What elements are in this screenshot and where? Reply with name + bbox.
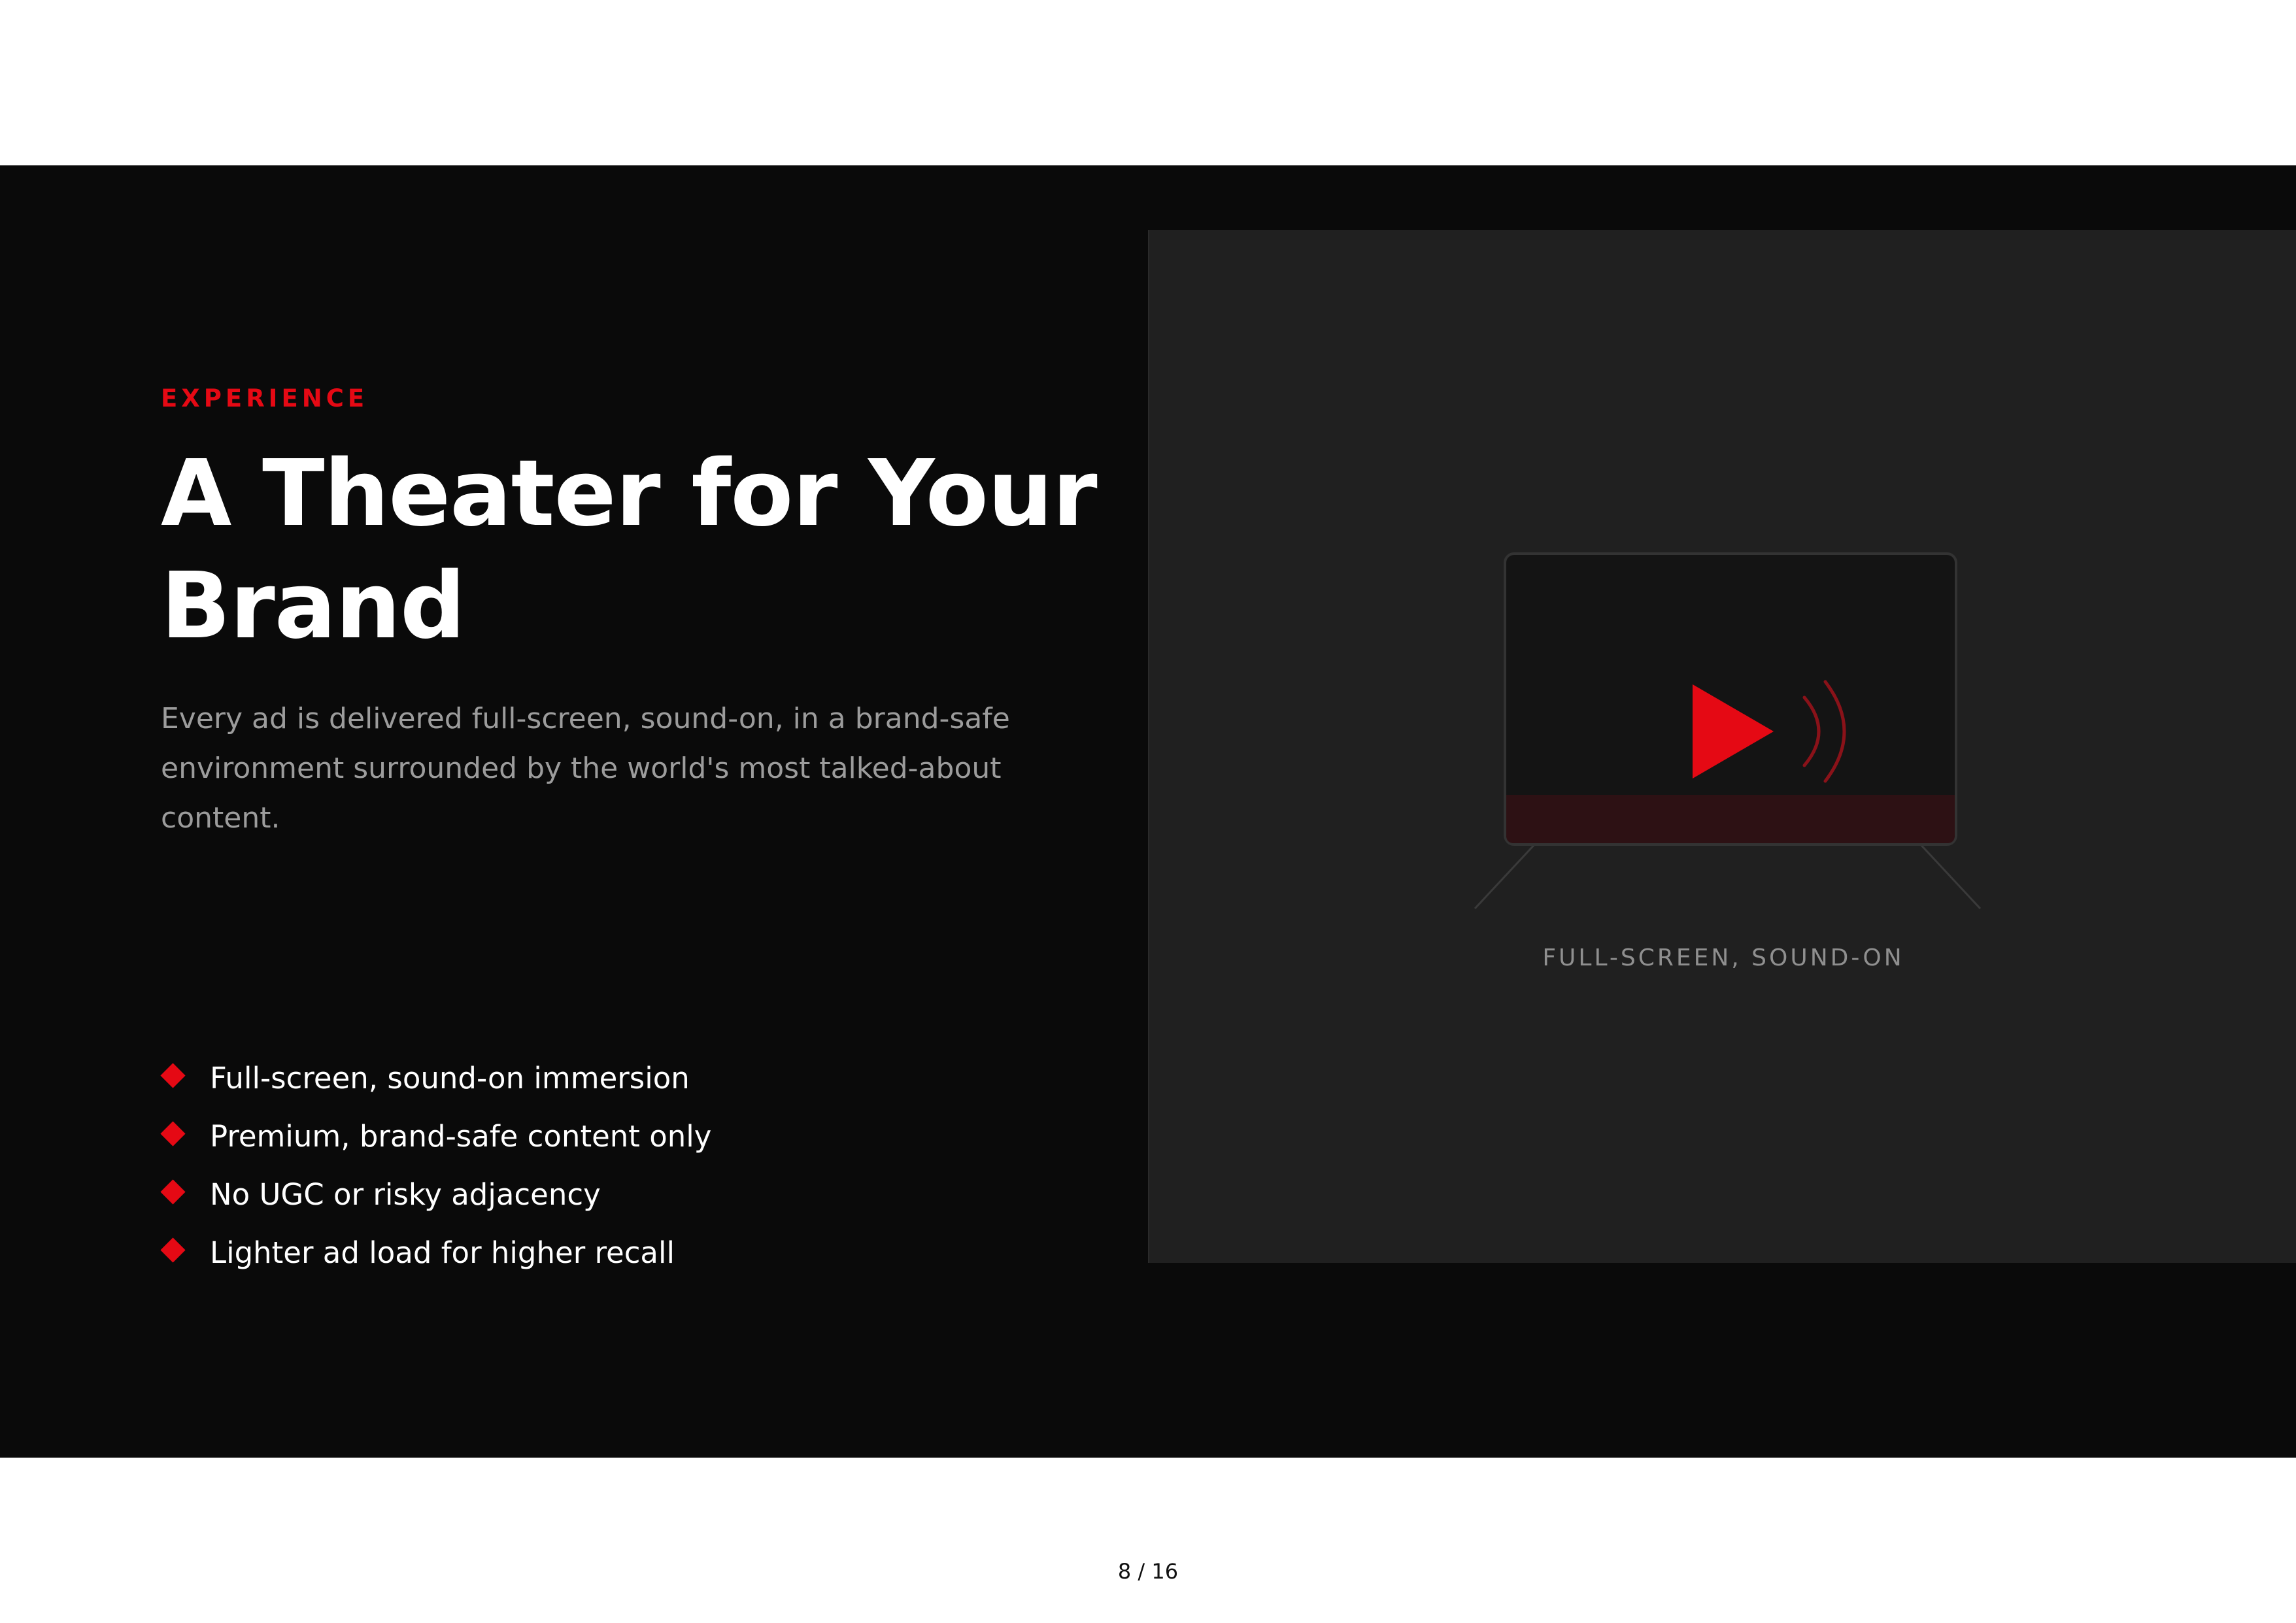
feature-item: No UGC or risky adjacency	[160, 1158, 711, 1216]
feature-item: Premium, brand-safe content only	[160, 1099, 712, 1158]
illustration-caption: FULL-SCREEN, SOUND-ON	[1542, 945, 1904, 971]
diamond-icon	[160, 1121, 186, 1146]
feature-item: Full-screen, sound-on immersion	[160, 1041, 711, 1099]
feature-list: Full-screen, sound-on immersion Premium,…	[160, 1041, 712, 1274]
feature-item-label: Premium, brand-safe content only	[210, 1119, 712, 1154]
slide-headline: A Theater for Your Brand	[161, 441, 1098, 660]
page-number: 8 / 16	[1117, 1559, 1179, 1584]
slide-body-text: Every ad is delivered full-screen, sound…	[161, 702, 1010, 835]
illustration-panel: FULL-SCREEN, SOUND-ON	[1148, 230, 2296, 1263]
slide: EXPERIENCE A Theater for Your Brand Ever…	[0, 165, 2296, 1458]
section-eyebrow: EXPERIENCE	[161, 384, 369, 412]
tv-icon	[1474, 552, 1982, 910]
diamond-icon	[160, 1179, 186, 1205]
diamond-icon	[160, 1237, 186, 1263]
feature-item-label: No UGC or risky adjacency	[210, 1177, 601, 1212]
feature-item: Lighter ad load for higher recall	[160, 1216, 711, 1274]
feature-item-label: Full-screen, sound-on immersion	[210, 1061, 690, 1096]
feature-item-label: Lighter ad load for higher recall	[210, 1235, 675, 1270]
diamond-icon	[160, 1063, 186, 1088]
